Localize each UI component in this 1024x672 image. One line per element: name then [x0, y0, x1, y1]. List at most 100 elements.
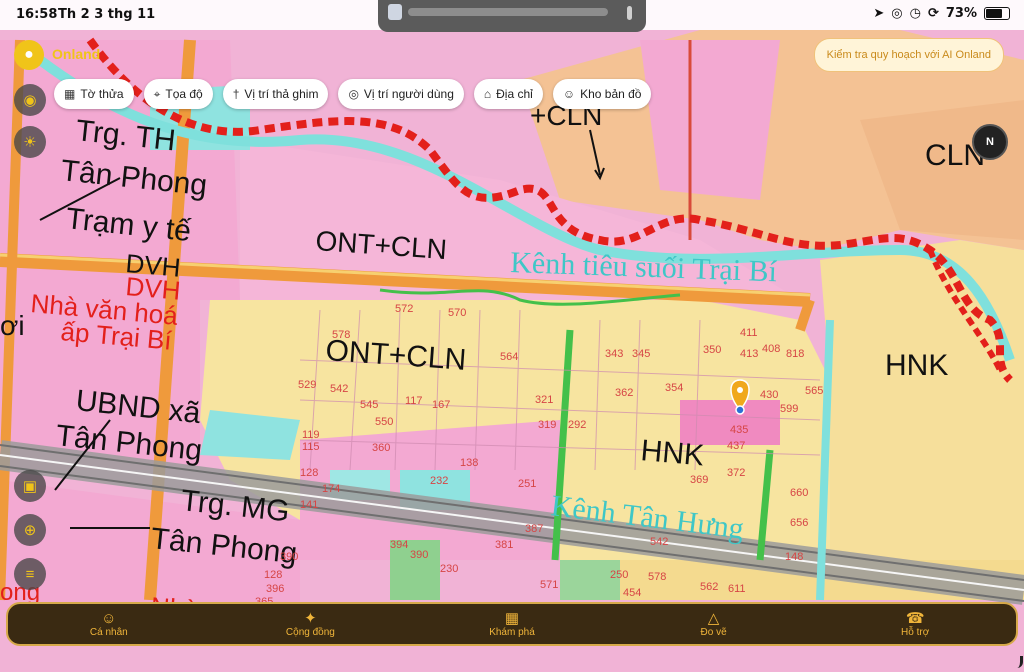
nav-do-ve[interactable]: △ Đo vẽ — [654, 610, 774, 638]
chip-label: Tọa độ — [165, 87, 203, 101]
legend-button[interactable]: ▣ — [14, 470, 46, 502]
parcel-number: 141 — [300, 499, 318, 511]
nav-cong-dong[interactable]: ✦ Cộng đồng — [250, 610, 370, 638]
parcel-number: 251 — [518, 478, 536, 490]
chip-label: Vị trí người dùng — [363, 87, 454, 101]
lightbulb-button[interactable]: ☀ — [14, 126, 46, 158]
nav-ca-nhan[interactable]: ☺ Cá nhân — [49, 610, 169, 638]
parcel-number: 408 — [762, 343, 780, 355]
chip-label: Vị trí thả ghim — [244, 87, 319, 101]
parcel-number: 656 — [790, 517, 808, 529]
zone-agri-east — [820, 240, 1024, 560]
layers-icon: ≡ — [25, 565, 35, 583]
map-store-icon: ☺ — [562, 87, 576, 101]
parcel-number: 413 — [740, 348, 758, 360]
home-icon: ⌂ — [483, 87, 492, 101]
parcel-number: 411 — [740, 327, 758, 339]
notification-pin-icon — [627, 6, 632, 20]
parcel-number: 394 — [390, 539, 408, 551]
chip-to-thua[interactable]: ▦ Tờ thửa — [54, 79, 134, 109]
toolbar-chips: ▦ Tờ thửa ⌖ Tọa độ † Vị trí thả ghim ◎ Vị tr… — [54, 79, 652, 109]
parcel-number: 529 — [298, 379, 316, 391]
parcel-number: 611 — [728, 583, 746, 595]
logo-glyph: ● — [24, 46, 34, 63]
signal-icon: ◉ — [23, 92, 37, 109]
parcel-number: 360 — [372, 442, 390, 454]
notification-app-icon — [388, 4, 402, 20]
grid-icon: ▦ — [504, 610, 520, 627]
chip-label: Tờ thửa — [80, 87, 124, 101]
measure-icon: △ — [707, 610, 720, 627]
parcel-number: 292 — [568, 419, 586, 431]
parcel-number: 362 — [615, 387, 633, 399]
parcel-number: 564 — [500, 351, 518, 363]
legend-icon: ▣ — [22, 478, 38, 495]
status-date: Th 2 3 thg 11 — [58, 7, 156, 22]
parcel-number: 232 — [430, 475, 448, 487]
location-arrow-icon: ➤ — [873, 6, 885, 21]
battery-percent: 73% — [945, 6, 977, 21]
parcel-number: 381 — [495, 539, 513, 551]
notification-banner[interactable] — [378, 0, 646, 32]
nav-label: Đo vẽ — [700, 627, 727, 638]
parcel-sheet-icon: ▦ — [64, 87, 76, 101]
chip-vi-tri-tha-ghim[interactable]: † Vị trí thả ghim — [222, 79, 329, 109]
parcel-number: 396 — [266, 583, 284, 595]
parcel-number: 542 — [650, 536, 668, 548]
parcel-number: 390 — [410, 549, 428, 561]
status-time: 16:58 — [16, 7, 58, 22]
locate-button[interactable]: ⊕ — [14, 514, 46, 546]
parcel-number: 321 — [535, 394, 553, 406]
parcel-number: 354 — [665, 382, 683, 394]
wifi-icon: ◎ — [891, 6, 903, 21]
parcel-number: 562 — [700, 581, 718, 593]
chip-kho-ban-do[interactable]: ☺ Kho bản đồ — [552, 79, 652, 109]
parcel-number: 390 — [280, 551, 298, 563]
chip-toa-do[interactable]: ⌖ Tọa độ — [143, 79, 213, 109]
chip-label: Địa chỉ — [496, 87, 533, 101]
zone-label-hnk-1: HNK — [639, 434, 705, 472]
nav-label: Khám phá — [489, 627, 535, 638]
parcel-number: 319 — [538, 419, 556, 431]
drop-pin-icon: † — [232, 87, 240, 101]
place-label-oi: ơi — [0, 310, 25, 341]
chip-dia-chi[interactable]: ⌂ Địa chỉ — [473, 79, 543, 109]
parcel-number: 350 — [703, 344, 721, 356]
parcel-number: 115 — [302, 441, 320, 453]
orientation-lock-icon: ⟳ — [927, 6, 939, 21]
map-pin-icon: ⌖ — [153, 86, 161, 101]
parcel-number: 818 — [786, 348, 804, 360]
parcel-number: 138 — [460, 457, 478, 469]
app-logo-text: Onland — [52, 46, 101, 62]
parcel-number: 578 — [648, 571, 666, 583]
user-location-icon: ◎ — [348, 87, 359, 101]
compass-button[interactable]: N — [972, 124, 1008, 160]
layer-signal-button[interactable]: ◉ — [14, 84, 46, 116]
parcel-number: 128 — [264, 569, 282, 581]
app-logo[interactable]: ● — [14, 40, 44, 70]
bottom-nav: ☺ Cá nhân ✦ Cộng đồng ▦ Khám phá △ Đo vẽ ☎ Hỗ… — [6, 602, 1018, 646]
zone-label-hnk-2: HNK — [885, 349, 948, 382]
parcel-number: 435 — [730, 424, 748, 436]
nav-label: Cá nhân — [89, 627, 128, 638]
community-icon: ✦ — [304, 610, 317, 627]
nav-ho-tro[interactable]: ☎ Hỗ trợ — [855, 610, 975, 638]
parcel-number: 571 — [540, 579, 558, 591]
parcel-number: 387 — [525, 523, 543, 535]
parcel-number: 167 — [432, 399, 450, 411]
person-icon: ☺ — [101, 610, 117, 627]
parcel-number: 454 — [623, 587, 641, 599]
parcel-number: 148 — [785, 551, 803, 563]
parcel-number: 545 — [360, 399, 378, 411]
layers-button[interactable]: ≡ — [14, 558, 46, 590]
parcel-number: 128 — [300, 467, 318, 479]
nav-kham-pha[interactable]: ▦ Khám phá — [452, 610, 572, 638]
battery-icon — [984, 7, 1010, 20]
chip-label: Kho bản đồ — [580, 87, 642, 101]
ai-check-button[interactable]: Kiểm tra quy hoạch với AI Onland — [813, 38, 1004, 72]
compass-icon: N — [986, 136, 994, 148]
parcel-number: 570 — [448, 307, 466, 319]
nav-label: Cộng đồng — [285, 627, 335, 638]
chip-vi-tri-nguoi-dung[interactable]: ◎ Vị trí người dùng — [338, 79, 464, 109]
parcel-number: 599 — [780, 403, 798, 415]
